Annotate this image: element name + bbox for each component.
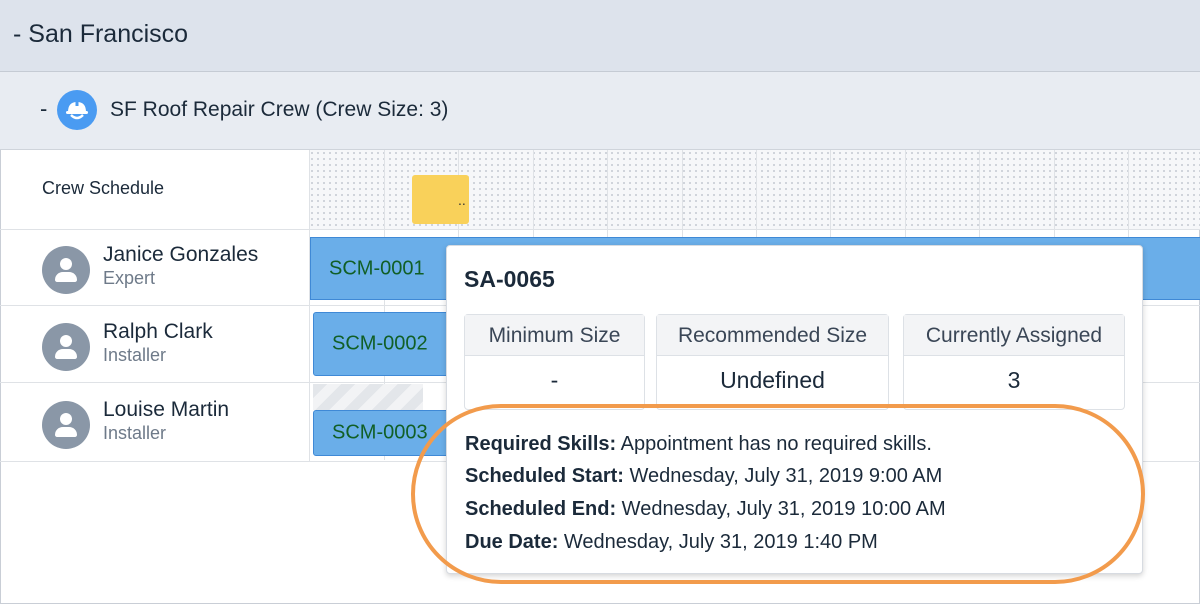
region-name: San Francisco [28, 20, 189, 48]
metric-label: Minimum Size [465, 315, 644, 356]
crew-collapse-toggle[interactable]: - [40, 96, 47, 122]
detail-label: Scheduled End: [465, 498, 617, 520]
metric-value: - [550, 367, 559, 393]
member-role: Installer [103, 345, 167, 365]
detail-value: Wednesday, July 31, 2019 1:40 PM [558, 531, 878, 553]
detail-value: Appointment has no required skills. [616, 433, 932, 455]
avatar [42, 401, 90, 449]
region-collapse-toggle[interactable]: - [13, 20, 21, 48]
user-body-icon [55, 427, 77, 437]
metric-currently-assigned: Currently Assigned 3 [903, 314, 1125, 410]
member-role: Expert [103, 268, 156, 288]
appointment-bar-label: SCM-0002 [332, 332, 428, 355]
row-divider [0, 229, 1200, 230]
metric-value: Undefined [720, 367, 825, 393]
detail-value: Wednesday, July 31, 2019 10:00 AM [616, 498, 946, 520]
appointment-popover: SA-0065 Minimum Size - Recommended Size … [446, 245, 1143, 574]
column-divider [309, 150, 310, 462]
detail-due-date: Due Date: Wednesday, July 31, 2019 1:40 … [465, 531, 878, 554]
member-name[interactable]: Janice Gonzales [103, 243, 258, 267]
crew-schedule-block-text: .. [458, 192, 466, 208]
metric-value: 3 [1007, 367, 1021, 393]
popover-title: SA-0065 [464, 266, 555, 292]
member-name[interactable]: Ralph Clark [103, 320, 213, 344]
region-header[interactable]: - San Francisco [0, 0, 1200, 72]
metric-recommended-size: Recommended Size Undefined [656, 314, 889, 410]
detail-label: Due Date: [465, 531, 559, 553]
detail-scheduled-start: Scheduled Start: Wednesday, July 31, 201… [465, 465, 942, 488]
appointment-bar-label: SCM-0003 [332, 421, 428, 444]
user-head-icon [60, 413, 72, 425]
member-role: Installer [103, 423, 167, 443]
user-head-icon [60, 335, 72, 347]
unavailable-block [313, 384, 423, 410]
user-body-icon [55, 349, 77, 359]
member-name[interactable]: Louise Martin [103, 398, 229, 422]
metric-label: Recommended Size [657, 315, 888, 356]
detail-label: Required Skills: [465, 433, 617, 455]
detail-value: Wednesday, July 31, 2019 9:00 AM [623, 465, 943, 487]
appointment-bar-label: SCM-0001 [329, 257, 425, 279]
crew-schedule-label: Crew Schedule [42, 178, 165, 198]
avatar [42, 246, 90, 294]
metric-label: Currently Assigned [904, 315, 1124, 356]
user-body-icon [55, 272, 77, 282]
detail-scheduled-end: Scheduled End: Wednesday, July 31, 2019 … [465, 498, 946, 521]
region-title[interactable]: - San Francisco [13, 20, 188, 49]
detail-label: Scheduled Start: [465, 465, 624, 487]
user-head-icon [60, 258, 72, 270]
detail-required-skills: Required Skills: Appointment has no requ… [465, 433, 932, 456]
crew-title: SF Roof Repair Crew (Crew Size: 3) [110, 98, 449, 121]
hard-hat-icon [57, 90, 97, 130]
avatar [42, 323, 90, 371]
metric-minimum-size: Minimum Size - [464, 314, 645, 410]
